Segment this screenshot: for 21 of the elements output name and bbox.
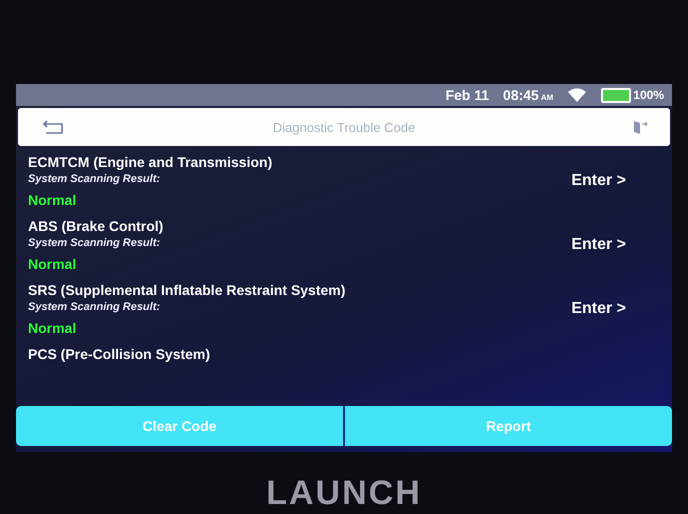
- result-status: Normal: [28, 320, 78, 336]
- wifi-icon: [567, 87, 588, 103]
- result-status: Normal: [28, 192, 78, 208]
- result-status: Normal: [28, 256, 78, 272]
- brand-logo: LAUNCH: [266, 474, 422, 513]
- screen-title: Diagnostic Trouble Code: [272, 120, 416, 134]
- result-label: System Scanning Result:: [28, 301, 162, 313]
- exit-icon[interactable]: [632, 119, 648, 135]
- enter-button[interactable]: Enter >: [571, 300, 660, 318]
- system-name: SRS (Supplemental Inflatable Restraint System): [28, 282, 346, 298]
- system-name: ECMTCM (Engine and Transmission): [28, 154, 274, 170]
- result-label: System Scanning Result:: [28, 173, 162, 185]
- enter-button[interactable]: Enter >: [571, 172, 660, 190]
- result-label: System Scanning Result:: [28, 237, 162, 249]
- system-name: PCS (Pre-Collision System): [28, 346, 212, 362]
- back-icon[interactable]: [42, 119, 66, 135]
- status-time: 08:45 AM: [503, 87, 554, 103]
- status-date: Feb 11: [445, 87, 490, 103]
- battery-reading: 100%: [633, 88, 664, 102]
- system-name: ABS (Brake Control): [28, 218, 164, 234]
- enter-button[interactable]: Enter >: [571, 236, 660, 254]
